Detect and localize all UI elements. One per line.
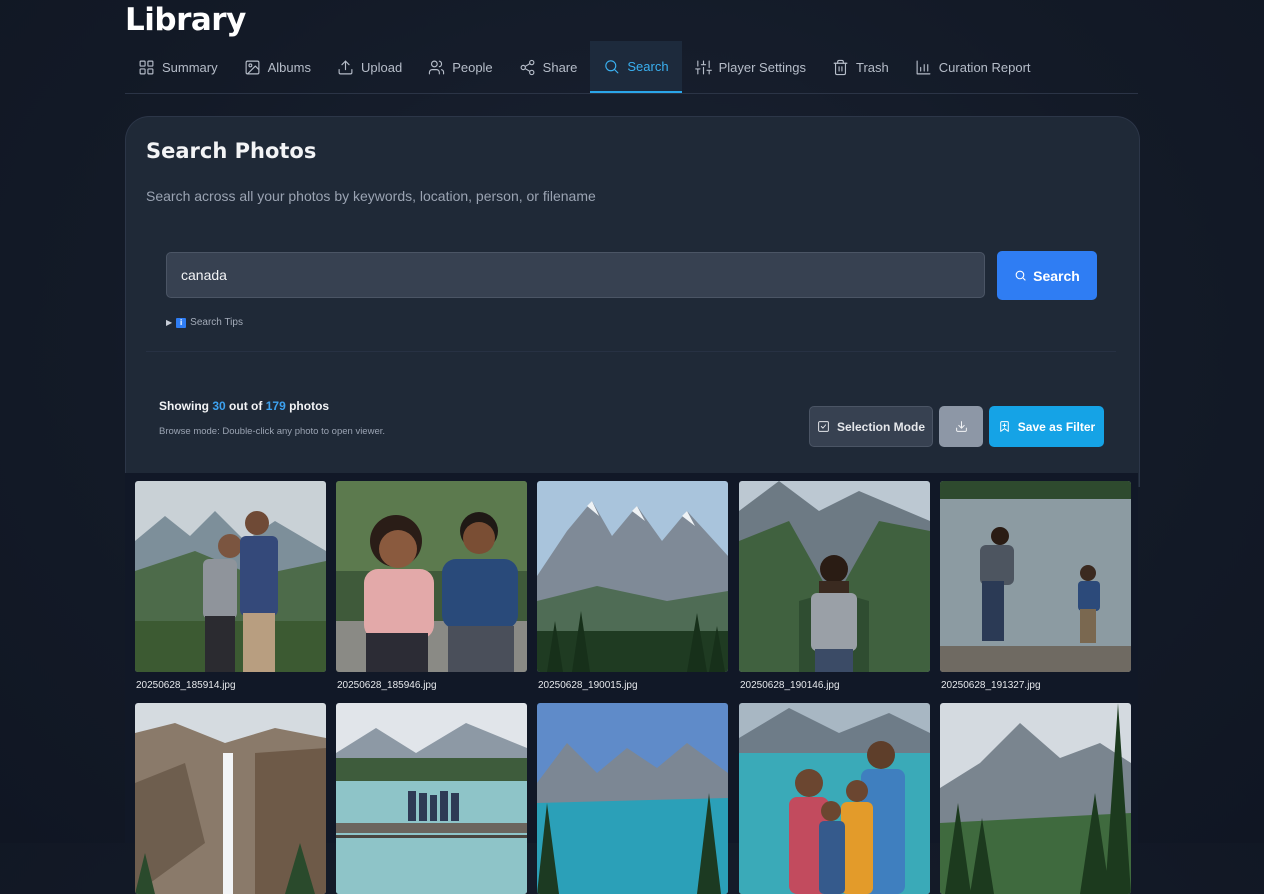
search-subtitle: Search across all your photos by keyword… [146, 188, 596, 204]
album-icon [245, 60, 260, 74]
search-tips-toggle[interactable]: ▶ i Search Tips [166, 317, 243, 328]
tab-label: Upload [360, 59, 403, 75]
photo-family-lake [739, 703, 930, 894]
upload-icon [338, 60, 353, 74]
photo-filename: 20250628_191327.jpg [941, 680, 1041, 691]
sliders-icon [694, 60, 712, 74]
summary-suffix: photos [289, 399, 330, 413]
search-heading: Search Photos [146, 139, 317, 163]
photo-thumbnail[interactable] [135, 703, 326, 894]
photo-thumbnail[interactable] [336, 481, 527, 672]
download-icon [955, 421, 967, 432]
tab-curation-report[interactable]: Curation Report [902, 41, 1044, 93]
tab-trash[interactable]: Trash [819, 41, 902, 93]
photo-waterfall [135, 703, 326, 894]
bar-chart-icon [916, 60, 931, 74]
checkbox-icon [818, 421, 829, 432]
photo-bridge-group [336, 703, 527, 894]
bookmark-icon [1000, 421, 1009, 432]
tab-label: Player Settings [718, 59, 807, 75]
photo-grid: 20250628_185914.jpg 20250628_185946.jpg [125, 473, 1138, 894]
photo-filename: 20250628_185946.jpg [337, 680, 437, 691]
tab-label: Trash [856, 59, 889, 75]
tab-people[interactable]: People [415, 41, 505, 93]
search-tips-label: Search Tips [190, 317, 243, 328]
people-icon [429, 60, 445, 74]
photo-couple-mountains [135, 481, 326, 672]
tab-label: Curation Report [938, 59, 1031, 75]
photo-filename: 20250628_185914.jpg [136, 680, 236, 691]
main-nav: Summary Albums Upload People Share Searc… [125, 41, 1138, 94]
photo-mountains [537, 481, 728, 672]
photo-thumbnail[interactable] [739, 703, 930, 894]
download-button[interactable] [939, 406, 983, 447]
grid-icon [139, 60, 154, 74]
search-panel: Search Photos Search across all your pho… [125, 116, 1140, 487]
tab-label: Albums [267, 59, 311, 75]
summary-middle: out of [229, 399, 263, 413]
search-icon [1015, 270, 1026, 281]
search-icon [605, 59, 619, 73]
photo-thumbnail[interactable] [537, 703, 728, 894]
selection-mode-label: Selection Mode [836, 419, 925, 434]
tab-albums[interactable]: Albums [231, 41, 324, 93]
tab-label: Share [542, 59, 578, 75]
search-input[interactable] [166, 252, 985, 298]
photo-thumbnail[interactable] [739, 481, 930, 672]
photo-filename: 20250628_190015.jpg [538, 680, 638, 691]
photo-thumbnail[interactable] [336, 703, 527, 894]
info-icon: i [176, 317, 187, 328]
tab-share[interactable]: Share [506, 41, 591, 93]
photo-filename: 20250628_190146.jpg [740, 680, 840, 691]
shown-count: 30 [212, 399, 226, 413]
photo-thumbnail[interactable] [135, 481, 326, 672]
photo-girl-valley [739, 481, 930, 672]
summary-prefix: Showing [159, 399, 209, 413]
search-button-label: Search [1033, 267, 1080, 284]
total-count: 179 [265, 399, 286, 413]
share-icon [520, 59, 535, 75]
tab-label: People [452, 59, 493, 75]
triangle-right-icon: ▶ [166, 318, 173, 327]
tab-label: Search [627, 58, 669, 74]
save-as-filter-label: Save as Filter [1017, 419, 1096, 434]
divider [146, 351, 1116, 352]
photo-lake-stones [940, 481, 1131, 672]
photo-kids-eating [336, 481, 527, 672]
photo-thumbnail[interactable] [940, 703, 1131, 894]
results-summary: Showing 30 out of 179 photos [159, 399, 329, 413]
search-button[interactable]: Search [997, 251, 1097, 300]
save-as-filter-button[interactable]: Save as Filter [989, 406, 1104, 447]
tab-player-settings[interactable]: Player Settings [682, 41, 819, 93]
browse-hint: Browse mode: Double-click any photo to o… [159, 426, 386, 437]
page-title: Library [125, 2, 246, 38]
tab-upload[interactable]: Upload [324, 41, 415, 93]
tab-label: Summary [162, 59, 218, 75]
photo-thumbnail[interactable] [940, 481, 1131, 672]
trash-icon [833, 59, 848, 75]
tab-summary[interactable]: Summary [125, 41, 231, 93]
photo-turquoise-lake [537, 703, 728, 894]
selection-mode-button[interactable]: Selection Mode [809, 406, 933, 447]
photo-forest-peak [940, 703, 1131, 894]
photo-mountain-peaks[interactable] [537, 481, 728, 672]
tab-search[interactable]: Search [590, 41, 682, 93]
